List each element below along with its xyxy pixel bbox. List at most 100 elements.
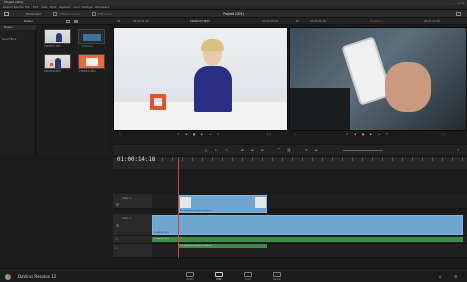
media-timeline[interactable]	[78, 29, 105, 44]
page-tab-color[interactable]: Color	[238, 272, 258, 281]
orange-logo-prop	[150, 94, 166, 110]
settings-icon[interactable]: ⚙	[454, 274, 458, 279]
timeline-prev-icon[interactable]: ⏮	[346, 132, 348, 138]
source-jog-icon[interactable]: ▭	[119, 132, 121, 138]
track-header-a2[interactable]: A2	[113, 244, 152, 258]
blade-icon[interactable]: ▭	[225, 148, 228, 152]
playhead[interactable]	[178, 157, 179, 258]
timeline-stop-icon[interactable]: ■	[362, 132, 364, 138]
page-tab-label: Deliver	[272, 278, 282, 281]
page-tab-media[interactable]: Media	[180, 272, 200, 281]
overwrite-clip-icon[interactable]: ⊟	[251, 148, 254, 152]
page-tab-label: Edit	[216, 278, 222, 281]
track-label: A1	[115, 238, 119, 241]
list-view-icon[interactable]	[66, 20, 70, 23]
page-tab-edit[interactable]: Edit	[209, 272, 229, 281]
lock-icon[interactable]	[116, 224, 119, 227]
logo-thumbnail	[86, 58, 98, 66]
media-page-icon	[186, 272, 194, 277]
hand-shape	[385, 62, 431, 112]
page-navigation-bar: DaVinci Resolve 12 Media Edit Color Deli…	[0, 270, 467, 282]
source-in-out-icon[interactable]: ⟦ ⟧	[267, 132, 270, 138]
logo-object	[50, 63, 53, 66]
track-header-v2[interactable]: Video 2	[113, 194, 152, 209]
person-thumbnail	[56, 33, 62, 42]
thumbnail-view-icon[interactable]	[74, 20, 78, 23]
marker-icon[interactable]: ◆	[315, 148, 317, 152]
inspector-icon[interactable]	[456, 12, 461, 16]
smart-bins-label[interactable]: Smart Bins	[2, 38, 16, 41]
timeline-transport: ▭ ⏮ ◀ ■ ▶ ⏭ ↻ ⟦ ⟧	[292, 132, 464, 138]
timeline-start-tc: 00:00:31:16	[310, 20, 326, 23]
timeline-clip-main-video[interactable]: P1040337.MOV	[152, 215, 463, 235]
bin-list-panel: Master Smart Bins	[0, 25, 36, 156]
insert-clip-icon[interactable]: ⊞	[241, 148, 244, 152]
source-clip-name[interactable]: P1040337.MOV	[190, 18, 210, 25]
timeline-timecode: 01:00:14:18	[117, 157, 156, 163]
zoom-slider[interactable]	[343, 150, 383, 151]
media-clip-name: Timeline 1	[82, 45, 94, 48]
track-header-v1[interactable]: Video 1	[113, 214, 152, 236]
person-thumbnail	[55, 58, 61, 68]
linked-selection-icon[interactable]: ⛓	[287, 148, 291, 152]
source-reverse-icon[interactable]: ◀	[185, 132, 187, 138]
lock-icon[interactable]	[116, 203, 119, 206]
color-page-icon	[244, 272, 252, 277]
source-zoom[interactable]: Fit	[117, 18, 120, 25]
timeline-reverse-icon[interactable]: ◀	[354, 132, 356, 138]
source-duration: 00:00:23:16	[262, 20, 278, 23]
record-timecode: 00:01:43:18	[424, 20, 440, 23]
top-toolbar: Media Pool Effects Library Edit Index Pr…	[0, 10, 467, 18]
source-stop-icon[interactable]: ■	[193, 132, 195, 138]
timeline-clip-main-audio[interactable]: P1040337.MOV	[152, 237, 463, 242]
timeline-selector[interactable]: Timeline 1	[370, 18, 384, 25]
media-clip-name: P1040337.MOV	[44, 45, 61, 48]
timeline-next-icon[interactable]: ⏭	[378, 132, 380, 138]
source-viewer[interactable]	[113, 27, 288, 131]
viewer-header-bar: Master Fit 00:00:31:16 P1040337.MOV 00:0…	[0, 18, 467, 25]
source-play-icon[interactable]: ▶	[201, 132, 203, 138]
source-next-icon[interactable]: ⏭	[209, 132, 211, 138]
timeline-viewer[interactable]	[289, 27, 467, 131]
edit-page-icon	[215, 272, 223, 277]
edit-toolbar: ▲ ⇤ ▭ ⊞ ⊟ ⊡ ⌒ ⛓ ⚑ ◆ ♪	[113, 144, 467, 155]
timeline-fit[interactable]: Fit	[296, 18, 299, 25]
source-loop-icon[interactable]: ↻	[217, 132, 219, 138]
app-name: DaVinci Resolve 12	[18, 274, 57, 279]
resolve-logo-icon	[5, 274, 11, 280]
page-tab-label: Color	[244, 278, 252, 281]
track-label: Video 1	[122, 217, 131, 220]
source-timecode: 00:00:31:16	[133, 20, 149, 23]
source-prev-icon[interactable]: ⏮	[177, 132, 179, 138]
pointer-icon[interactable]: ▲	[205, 148, 207, 152]
media-clip-name: P1040338.MOV	[44, 70, 61, 73]
deliver-page-icon	[273, 272, 281, 277]
person-body	[194, 66, 232, 112]
page-tab-deliver[interactable]: Deliver	[267, 272, 287, 281]
media-clip[interactable]	[44, 54, 71, 69]
bin-master[interactable]: Master	[0, 25, 36, 30]
timeline-ruler-bar	[113, 156, 467, 169]
flag-icon[interactable]: ⚑	[305, 148, 308, 152]
source-transport: ▭ ⏮ ◀ ■ ▶ ⏭ ↻ ⟦ ⟧	[117, 132, 287, 138]
media-clip-name: P1040341.MOV	[79, 70, 96, 73]
timeline-loop-icon[interactable]: ↻	[386, 132, 388, 138]
timeline-ruler[interactable]	[152, 157, 467, 161]
timeline-in-out-icon[interactable]: ⟦ ⟧	[442, 132, 445, 138]
media-clip[interactable]	[78, 54, 105, 69]
bin-selector[interactable]: Master	[24, 18, 33, 25]
snapping-icon[interactable]: ⌒	[277, 148, 280, 152]
audio-meter-icon[interactable]: ♪	[457, 148, 459, 152]
timeline-play-icon[interactable]: ▶	[370, 132, 372, 138]
timeline-jog-icon[interactable]: ▭	[294, 132, 296, 138]
trim-icon[interactable]: ⇤	[215, 148, 218, 152]
clip-name: Ihr Tutorial zu DaVinci & Resolve	[180, 210, 213, 212]
timeline-clip-title[interactable]: Ihr Tutorial zu DaVinci & Resolve	[178, 195, 267, 213]
page-tab-label: Media	[186, 278, 194, 281]
media-clip[interactable]	[44, 29, 71, 44]
replace-clip-icon[interactable]: ⊡	[261, 148, 264, 152]
home-icon[interactable]: ⌂	[439, 274, 442, 279]
track-label: A2	[115, 247, 119, 250]
timeline-clip-title-audio[interactable]: Ihr Tutorial zu DaVinci & Resolve	[178, 244, 267, 248]
track-header-a1[interactable]: A1	[113, 236, 152, 244]
